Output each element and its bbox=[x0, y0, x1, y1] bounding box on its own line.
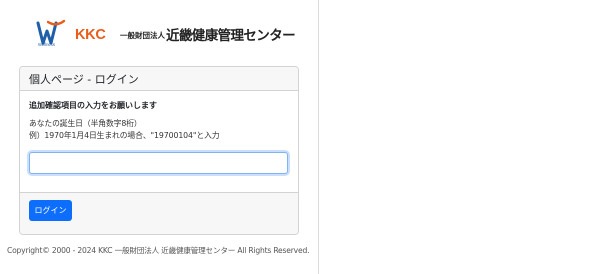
logo-subtext: Wellness bbox=[38, 42, 55, 47]
login-card: 個人ページ - ログイン 追加確認項目の入力をお願いします あなたの誕生日（半角… bbox=[19, 66, 299, 235]
birthdate-hint: あなたの誕生日（半角数字8桁） bbox=[29, 119, 142, 128]
birthdate-example: 例）1970年1月4日生まれの場合、"19700104"と入力 bbox=[29, 131, 220, 140]
login-button[interactable]: ログイン bbox=[29, 200, 72, 221]
instruction-text: 追加確認項目の入力をお願いします bbox=[29, 101, 157, 110]
site-header: Wellness KKC 一般財団法人 近畿健康管理センター bbox=[36, 19, 296, 49]
login-card-footer: ログイン bbox=[20, 192, 298, 234]
login-card-title: 個人ページ - ログイン bbox=[20, 67, 298, 91]
org-type-label: 一般財団法人 bbox=[120, 31, 165, 40]
logo-kkc-text: KKC bbox=[75, 27, 106, 43]
birthdate-input[interactable] bbox=[29, 152, 288, 174]
org-name-label: 近畿健康管理センター bbox=[166, 28, 296, 44]
copyright-text: Copyright© 2000 - 2024 KKC 一般財団法人 近畿健康管理… bbox=[7, 246, 310, 255]
login-card-body: 追加確認項目の入力をお願いします あなたの誕生日（半角数字8桁） 例）1970年… bbox=[20, 91, 298, 193]
birthdate-input-wrap bbox=[29, 152, 289, 174]
page-frame: Wellness KKC 一般財団法人 近畿健康管理センター 個人ページ - ロ… bbox=[0, 0, 319, 274]
kkc-logo-icon: Wellness bbox=[36, 19, 66, 47]
